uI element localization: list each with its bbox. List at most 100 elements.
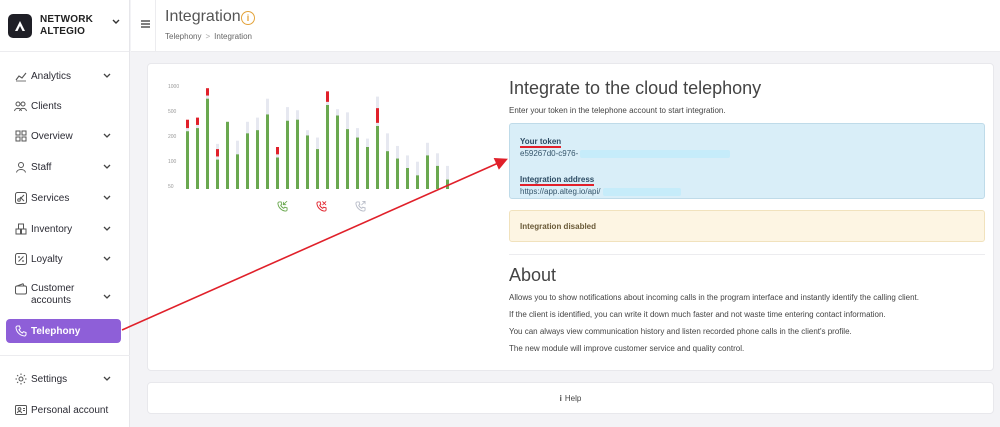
sidebar-item-loyalty[interactable]: Loyalty bbox=[6, 247, 121, 271]
bar-missed bbox=[326, 91, 329, 102]
sidebar-item-customer-accounts[interactable]: Customer accounts bbox=[6, 280, 121, 310]
breadcrumb-integration: Integration bbox=[214, 32, 252, 41]
chevron-down-icon bbox=[103, 131, 111, 142]
bar-answered bbox=[436, 165, 439, 189]
info-icon: i bbox=[559, 393, 562, 403]
missed-call-icon bbox=[316, 201, 327, 215]
bar-answered bbox=[236, 154, 239, 189]
gear-icon bbox=[14, 373, 27, 386]
account-icon bbox=[14, 404, 27, 417]
chevron-down-icon bbox=[103, 162, 111, 173]
bar-answered bbox=[296, 119, 299, 189]
call-type-icons bbox=[277, 200, 366, 215]
chevron-down-icon bbox=[103, 292, 111, 304]
help-label: Help bbox=[564, 393, 582, 403]
bar-missed bbox=[376, 108, 379, 123]
bar-answered bbox=[246, 133, 249, 189]
token-label: Your token bbox=[520, 137, 562, 148]
about-text: Allows you to show notifications about i… bbox=[509, 292, 985, 354]
sidebar-item-label: Analytics bbox=[31, 70, 72, 82]
sidebar-item-label: Personal account bbox=[31, 404, 109, 416]
bar-answered bbox=[226, 121, 229, 189]
bar-missed bbox=[196, 117, 199, 125]
bar-answered bbox=[196, 128, 199, 189]
sidebar-item-settings[interactable]: Settings bbox=[6, 367, 121, 391]
sidebar-item-label: Clients bbox=[31, 100, 62, 112]
breadcrumb-telephony[interactable]: Telephony bbox=[165, 32, 201, 41]
chevron-down-icon bbox=[103, 374, 111, 385]
redacted-token bbox=[580, 149, 731, 158]
token-panel: Your token e59267d0-c976- Integration ad… bbox=[509, 123, 985, 199]
sidebar-item-analytics[interactable]: Analytics bbox=[6, 64, 121, 88]
bar-answered bbox=[366, 147, 369, 189]
bar-missed bbox=[206, 88, 209, 96]
about-line: Allows you to show notifications about i… bbox=[509, 293, 919, 302]
bar-answered bbox=[286, 120, 289, 189]
chevron-down-icon bbox=[103, 71, 111, 82]
sidebar-item-services[interactable]: Services bbox=[6, 186, 121, 210]
token-value[interactable]: e59267d0-c976- bbox=[520, 149, 974, 158]
about-line: If the client is identified, you can wri… bbox=[509, 310, 886, 319]
person-icon bbox=[14, 161, 27, 174]
sidebar-item-label: Settings bbox=[31, 373, 68, 385]
brand-name: NETWORK ALTEGIO bbox=[40, 13, 94, 37]
chevron-down-icon bbox=[112, 14, 120, 28]
bar-answered bbox=[306, 135, 309, 189]
altegio-logo-icon bbox=[8, 13, 32, 38]
redacted-address bbox=[602, 187, 681, 196]
sidebar-item-clients[interactable]: Clients bbox=[6, 94, 121, 118]
integration-subtitle: Enter your token in the telephone accoun… bbox=[509, 106, 726, 115]
chart-icon bbox=[14, 70, 27, 83]
outgoing-call-icon bbox=[355, 201, 366, 215]
bar-answered bbox=[416, 175, 419, 189]
y-tick-label: 100 bbox=[168, 159, 177, 165]
bar-missed bbox=[276, 147, 279, 155]
bar-answered bbox=[206, 98, 209, 189]
about-line: The new module will improve customer ser… bbox=[509, 344, 745, 353]
bar-answered bbox=[346, 129, 349, 189]
users-icon bbox=[14, 100, 27, 113]
sidebar-item-label: Customer accounts bbox=[31, 283, 75, 306]
sidebar-item-label: Staff bbox=[31, 161, 52, 173]
section-divider bbox=[509, 254, 985, 255]
integration-card: 1000 500 200 100 50 Integrate to the cloud t… bbox=[147, 63, 994, 371]
sidebar-item-label: Loyalty bbox=[31, 253, 63, 265]
chevron-down-icon bbox=[103, 224, 111, 235]
bar-answered bbox=[446, 179, 449, 189]
y-tick-label: 50 bbox=[168, 184, 174, 190]
bar-answered bbox=[256, 130, 259, 189]
bar-answered bbox=[276, 157, 279, 189]
sidebar-item-label: Inventory bbox=[31, 223, 73, 235]
bar-answered bbox=[426, 155, 429, 189]
bar-answered bbox=[356, 137, 359, 189]
sidebar-item-staff[interactable]: Staff bbox=[6, 155, 121, 179]
bar-answered bbox=[316, 149, 319, 189]
help-link[interactable]: i Help bbox=[147, 382, 994, 414]
sidebar-item-inventory[interactable]: Inventory bbox=[6, 217, 121, 241]
sidebar-item-telephony[interactable]: Telephony bbox=[6, 319, 121, 343]
wallet-icon bbox=[14, 282, 27, 295]
y-tick-label: 500 bbox=[168, 109, 177, 115]
bar-answered bbox=[326, 105, 329, 189]
sidebar: NETWORK ALTEGIO Analytics Clients Overvi… bbox=[0, 0, 130, 427]
breadcrumb: Telephony > Integration bbox=[165, 32, 252, 41]
integration-title: Integrate to the cloud telephony bbox=[509, 78, 762, 98]
brand-switcher[interactable]: NETWORK ALTEGIO bbox=[0, 0, 129, 52]
bar-answered bbox=[406, 168, 409, 189]
sidebar-item-label: Overview bbox=[31, 130, 73, 142]
bar-missed bbox=[186, 119, 189, 129]
bar-missed bbox=[216, 149, 219, 157]
bar-answered bbox=[266, 114, 269, 189]
page-title: Integration bbox=[165, 8, 241, 25]
sidebar-item-overview[interactable]: Overview bbox=[6, 124, 121, 148]
sidebar-item-label: Services bbox=[31, 192, 70, 204]
scissors-icon bbox=[14, 192, 27, 205]
info-icon[interactable]: i bbox=[241, 11, 255, 25]
page-header: Integration i Telephony > Integration bbox=[131, 0, 1000, 52]
bar-answered bbox=[336, 115, 339, 189]
boxes-icon bbox=[14, 223, 27, 236]
breadcrumb-separator: > bbox=[205, 32, 211, 41]
hamburger-menu-icon[interactable] bbox=[141, 17, 150, 31]
sidebar-item-personal-account[interactable]: Personal account bbox=[6, 398, 121, 422]
integration-address-value[interactable]: https://app.alteg.io/api/ bbox=[520, 187, 974, 196]
